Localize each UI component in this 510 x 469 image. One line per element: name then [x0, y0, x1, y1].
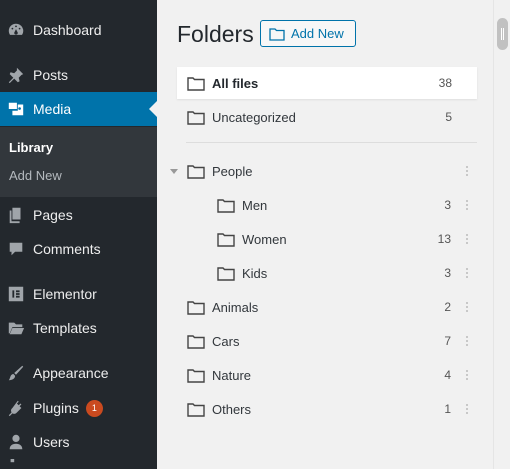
brush-icon: [6, 363, 26, 383]
sidebar-item-comments[interactable]: Comments: [0, 232, 157, 266]
folder-row-women[interactable]: Women 13: [177, 223, 477, 255]
folder-row-kids[interactable]: Kids 3: [177, 257, 477, 289]
sidebar-item-label: Plugins: [33, 400, 79, 416]
folder-label: Kids: [242, 265, 268, 281]
folder-label: Uncategorized: [212, 109, 296, 125]
more-options-icon[interactable]: [465, 336, 469, 346]
elementor-icon: [6, 284, 26, 304]
sidebar-item-elementor[interactable]: Elementor: [0, 277, 157, 311]
folder-icon: [217, 232, 235, 247]
more-options-icon[interactable]: [465, 302, 469, 312]
scrollbar-thumb[interactable]: [497, 18, 508, 50]
folder-label: Others: [212, 401, 252, 417]
folder-icon: [187, 402, 205, 417]
folder-count: 2: [444, 300, 451, 314]
media-submenu: Library Add New: [0, 127, 157, 197]
folder-row-animals[interactable]: Animals 2: [177, 291, 477, 323]
page-title: Folders: [177, 21, 254, 47]
sidebar-item-label: Comments: [33, 241, 101, 257]
folder-icon: [187, 164, 205, 179]
collapse-caret-icon[interactable]: [170, 168, 178, 174]
folder-row-all-files[interactable]: All files 38: [177, 67, 477, 99]
sidebar-item-label: Posts: [33, 67, 69, 83]
folder-icon: [187, 300, 205, 315]
folder-count: 7: [444, 334, 451, 348]
folders-panel: Folders Add New All files 38 Uncategoriz…: [157, 0, 510, 469]
sidebar-item-media[interactable]: Media: [0, 92, 157, 126]
folder-icon: [269, 27, 285, 41]
sidebar-item-posts[interactable]: Posts: [0, 58, 157, 92]
sidebar-item-dashboard[interactable]: Dashboard: [0, 13, 157, 47]
folder-icon: [187, 368, 205, 383]
folder-open-icon: [6, 318, 26, 338]
more-options-icon[interactable]: [465, 234, 469, 244]
folder-row-cars[interactable]: Cars 7: [177, 325, 477, 357]
sidebar-item-label: Pages: [33, 207, 73, 223]
sidebar-item-appearance[interactable]: Appearance: [0, 356, 157, 390]
folder-count: 38: [438, 76, 452, 90]
more-options-icon[interactable]: [465, 166, 469, 176]
folder-count: 3: [444, 266, 451, 280]
sidebar-item-label: Media: [33, 101, 72, 117]
folder-label: Nature: [212, 367, 252, 383]
folder-count: 5: [445, 110, 452, 124]
folder-label: Men: [242, 197, 268, 213]
folder-count: 3: [444, 198, 451, 212]
sidebar-item-label: Users: [33, 434, 70, 450]
more-options-icon[interactable]: [465, 200, 469, 210]
plug-icon: [6, 398, 26, 418]
more-options-icon[interactable]: [465, 370, 469, 380]
folder-label: All files: [212, 75, 259, 91]
folder-row-men[interactable]: Men 3: [177, 189, 477, 221]
folder-icon: [187, 110, 205, 125]
folder-label: Cars: [212, 333, 240, 349]
folder-icon: [187, 76, 205, 91]
update-count-badge: 1: [85, 399, 103, 417]
submenu-library[interactable]: Library: [9, 140, 53, 155]
add-new-folder-button[interactable]: Add New: [260, 20, 356, 47]
folder-label: Women: [242, 231, 287, 247]
folder-count: 1: [444, 402, 451, 416]
folder-count: 4: [444, 368, 451, 382]
folder-label: Animals: [212, 299, 259, 315]
pages-icon: [6, 205, 26, 225]
folder-count: 13: [437, 232, 451, 246]
user-icon: [6, 432, 26, 452]
folder-row-uncategorized[interactable]: Uncategorized 5: [177, 101, 477, 133]
folder-label: People: [212, 163, 253, 179]
sidebar-item-label: Templates: [33, 320, 97, 336]
sidebar-item-templates[interactable]: Templates: [0, 311, 157, 345]
comments-icon: [6, 239, 26, 259]
scrollbar[interactable]: [493, 0, 510, 469]
more-options-icon[interactable]: [465, 268, 469, 278]
folder-icon: [187, 334, 205, 349]
more-options-icon[interactable]: [465, 404, 469, 414]
folder-row-people[interactable]: People: [170, 155, 477, 187]
admin-sidebar: Dashboard Posts Media Library Add New Pa…: [0, 0, 157, 469]
dashboard-icon: [6, 20, 26, 40]
pin-icon: [6, 65, 26, 85]
submenu-add-new[interactable]: Add New: [9, 168, 62, 183]
folder-row-others[interactable]: Others 1: [177, 393, 477, 425]
sidebar-item-label: Dashboard: [33, 22, 102, 38]
folder-icon: [217, 198, 235, 213]
media-icon: [6, 99, 26, 119]
folder-icon: [217, 266, 235, 281]
sidebar-item-partial: [0, 459, 157, 469]
tools-icon: [6, 459, 26, 469]
sidebar-item-pages[interactable]: Pages: [0, 198, 157, 232]
sidebar-item-users[interactable]: Users: [0, 425, 157, 459]
sidebar-item-label: Elementor: [33, 286, 97, 302]
folder-row-nature[interactable]: Nature 4: [177, 359, 477, 391]
sidebar-item-plugins[interactable]: Plugins 1: [0, 391, 157, 425]
add-new-label: Add New: [291, 26, 344, 41]
divider: [186, 142, 477, 143]
sidebar-item-label: Appearance: [33, 365, 109, 381]
